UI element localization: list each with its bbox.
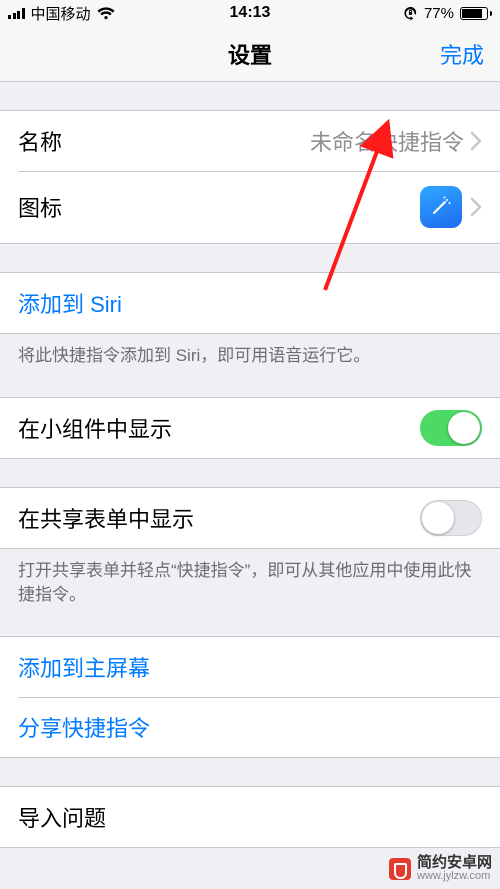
name-value: 未命名快捷指令	[62, 125, 470, 157]
row-name[interactable]: 名称 未命名快捷指令	[0, 111, 500, 171]
battery-icon	[460, 7, 492, 20]
row-share-shortcut[interactable]: 分享快捷指令	[0, 697, 500, 757]
row-add-to-home[interactable]: 添加到主屏幕	[0, 637, 500, 697]
group-actions: 添加到主屏幕 分享快捷指令	[0, 636, 500, 758]
widget-toggle[interactable]	[420, 410, 482, 446]
chevron-right-icon	[470, 131, 482, 151]
name-label: 名称	[18, 125, 62, 157]
share-sheet-toggle[interactable]	[420, 500, 482, 536]
siri-hint-text: 将此快捷指令添加到 Siri，即可用语音运行它。	[0, 334, 500, 369]
widget-label: 在小组件中显示	[18, 412, 172, 444]
group-import: 导入问题	[0, 786, 500, 848]
group-widget: 在小组件中显示	[0, 397, 500, 459]
group-siri: 添加到 Siri	[0, 272, 500, 334]
watermark: 简约安卓网 www.jylzw.com	[389, 855, 492, 883]
watermark-logo-icon	[389, 858, 411, 880]
shortcut-app-icon	[420, 186, 462, 228]
row-show-in-widget: 在小组件中显示	[0, 398, 500, 458]
nav-bar: 设置 完成	[0, 26, 500, 82]
group-basic: 名称 未命名快捷指令 图标	[0, 110, 500, 244]
add-to-siri-label: 添加到 Siri	[18, 287, 122, 319]
share-shortcut-label: 分享快捷指令	[18, 711, 150, 743]
watermark-url: www.jylzw.com	[417, 870, 492, 883]
group-share-sheet: 在共享表单中显示	[0, 487, 500, 549]
status-bar: 中国移动 14:13 77%	[0, 0, 500, 26]
chevron-right-icon	[470, 197, 482, 217]
status-time: 14:13	[0, 4, 500, 22]
share-sheet-hint-text: 打开共享表单并轻点“快捷指令”，即可从其他应用中使用此快捷指令。	[0, 549, 500, 608]
row-add-to-siri[interactable]: 添加到 Siri	[0, 273, 500, 333]
import-label: 导入问题	[18, 801, 106, 833]
row-import[interactable]: 导入问题	[0, 787, 500, 847]
row-share-sheet: 在共享表单中显示	[0, 488, 500, 548]
add-to-home-label: 添加到主屏幕	[18, 651, 150, 683]
watermark-title: 简约安卓网	[417, 855, 492, 870]
icon-label: 图标	[18, 191, 62, 223]
done-button[interactable]: 完成	[440, 26, 484, 81]
page-title: 设置	[228, 38, 272, 70]
share-sheet-label: 在共享表单中显示	[18, 502, 194, 534]
row-icon[interactable]: 图标	[0, 171, 500, 243]
